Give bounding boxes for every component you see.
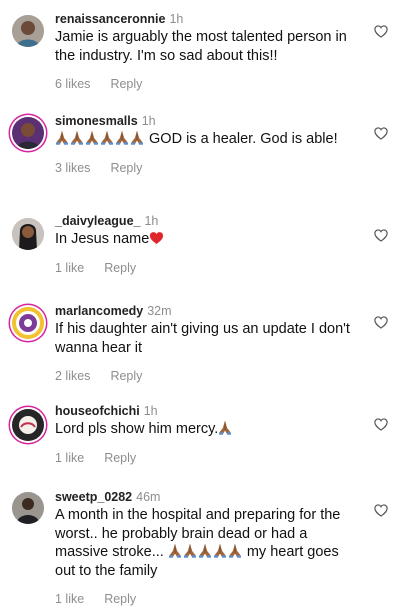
folded-hands-emoji	[55, 130, 69, 145]
red-heart-emoji	[149, 231, 164, 245]
avatar[interactable]	[12, 117, 44, 149]
username[interactable]: renaissanceronnie	[55, 12, 165, 26]
heart-outline-icon[interactable]	[374, 504, 388, 517]
timestamp: 1h	[144, 214, 159, 228]
reply-button[interactable]: Reply	[110, 77, 142, 91]
avatar[interactable]	[12, 15, 44, 47]
username[interactable]: simonesmalls	[55, 114, 138, 128]
heart-outline-icon[interactable]	[374, 25, 388, 38]
folded-hands-emoji	[100, 130, 114, 145]
likes-count[interactable]: 3 likes	[55, 161, 90, 175]
username[interactable]: houseofchichi	[55, 404, 140, 418]
avatar[interactable]	[12, 492, 44, 524]
comment-text: Jamie is arguably the most talented pers…	[55, 29, 347, 64]
timestamp: 1h	[143, 404, 158, 418]
heart-outline-icon[interactable]	[374, 316, 388, 329]
heart-outline-icon[interactable]	[374, 418, 388, 431]
reply-button[interactable]: Reply	[110, 161, 142, 175]
folded-hands-emoji	[115, 130, 129, 145]
reply-button[interactable]: Reply	[104, 451, 136, 465]
comment-text: A month in the hospital and preparing fo…	[55, 507, 341, 579]
likes-count[interactable]: 1 like	[55, 261, 84, 275]
avatar[interactable]	[12, 409, 44, 441]
timestamp: 46m	[136, 490, 161, 504]
likes-count[interactable]: 2 likes	[55, 369, 90, 383]
folded-hands-emoji	[228, 543, 242, 558]
reply-button[interactable]: Reply	[104, 261, 136, 275]
username[interactable]: marlancomedy	[55, 304, 143, 318]
reply-button[interactable]: Reply	[110, 369, 142, 383]
likes-count[interactable]: 1 like	[55, 451, 84, 465]
likes-count[interactable]: 1 like	[55, 592, 84, 606]
comment-text: Lord pls show him mercy.	[55, 420, 355, 439]
reply-button[interactable]: Reply	[104, 592, 136, 606]
folded-hands-emoji	[218, 420, 232, 435]
timestamp: 1h	[141, 114, 156, 128]
username[interactable]: sweetp_0282	[55, 490, 132, 504]
folded-hands-emoji	[85, 130, 99, 145]
comment-text: GOD is a healer. God is able!	[55, 130, 355, 149]
avatar[interactable]	[12, 307, 44, 339]
timestamp: 1h	[169, 12, 184, 26]
comment-text: If his daughter ain't giving us an updat…	[55, 321, 350, 356]
folded-hands-emoji	[168, 543, 182, 558]
avatar[interactable]	[12, 218, 44, 250]
heart-outline-icon[interactable]	[374, 127, 388, 140]
folded-hands-emoji	[213, 543, 227, 558]
timestamp: 32m	[147, 304, 172, 318]
folded-hands-emoji	[70, 130, 84, 145]
folded-hands-emoji	[183, 543, 197, 558]
heart-outline-icon[interactable]	[374, 229, 388, 242]
likes-count[interactable]: 6 likes	[55, 77, 90, 91]
folded-hands-emoji	[130, 130, 144, 145]
comment-text: In Jesus name	[55, 230, 355, 249]
username[interactable]: _daivyleague_	[55, 214, 140, 228]
folded-hands-emoji	[198, 543, 212, 558]
